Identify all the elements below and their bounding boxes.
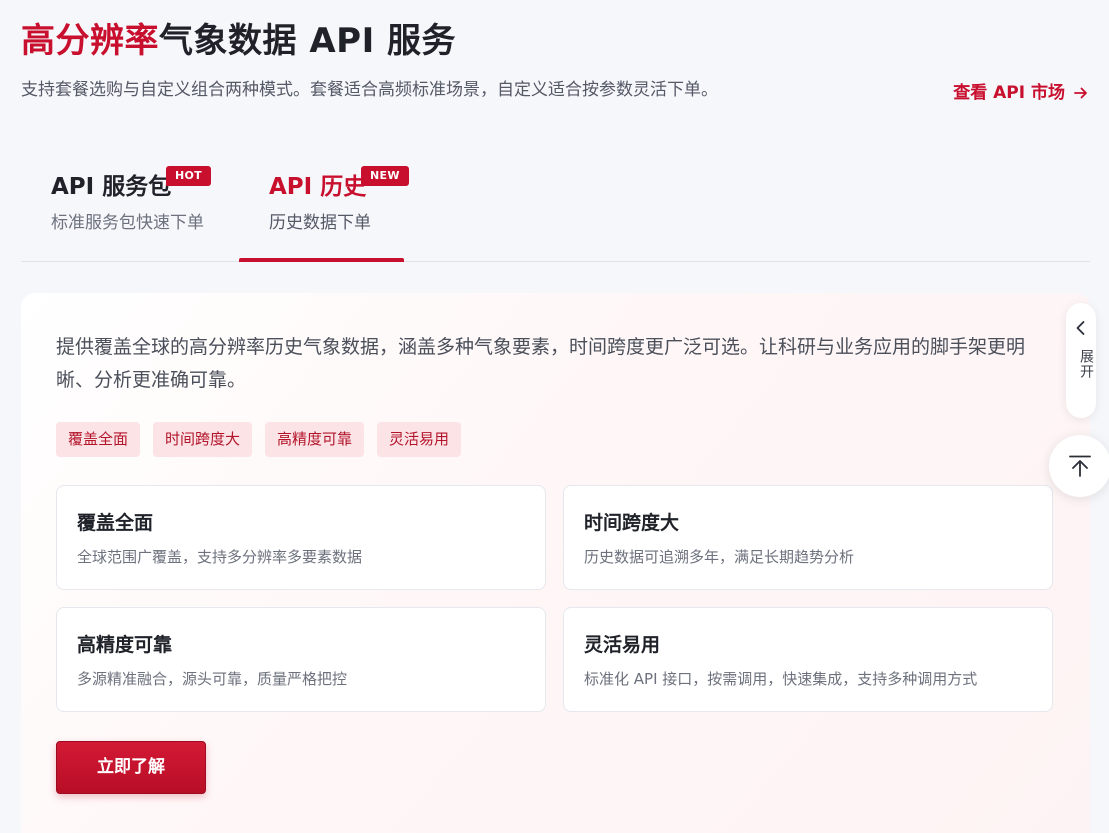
feature-card-title: 灵活易用 xyxy=(584,634,661,656)
chevron-left-icon xyxy=(1074,320,1088,336)
tab-label: API 历史 xyxy=(269,174,367,200)
feature-card-description: 多源精准融合，源头可靠，质量严格把控 xyxy=(77,670,348,688)
arrow-right-icon xyxy=(1073,85,1089,101)
hot-badge: HOT xyxy=(166,166,211,186)
feature-card: 覆盖全面 全球范围广覆盖，支持多分辨率多要素数据 xyxy=(56,485,546,590)
page-subtitle: 支持套餐选购与自定义组合两种模式。套餐适合高频标准场景，自定义适合按参数灵活下单… xyxy=(21,80,718,100)
api-market-link[interactable]: 查看 API 市场 xyxy=(953,82,1089,104)
feature-tag: 灵活易用 xyxy=(377,422,462,457)
feature-tag: 高精度可靠 xyxy=(265,422,365,457)
feature-card-title: 覆盖全面 xyxy=(77,512,154,534)
panel-intro: 提供覆盖全球的高分辨率历史气象数据，涵盖多种气象要素，时间跨度更广泛可选。让科研… xyxy=(56,336,1026,391)
tab-description: 标准服务包快速下单 xyxy=(51,213,204,233)
feature-card: 时间跨度大 历史数据可追溯多年，满足长期趋势分析 xyxy=(563,485,1053,590)
feature-tag: 覆盖全面 xyxy=(56,422,141,457)
tab-label: API 服务包 xyxy=(51,174,172,200)
page-title-accent: 高分辨率 xyxy=(21,21,159,61)
history-panel: 提供覆盖全球的高分辨率历史气象数据，涵盖多种气象要素，时间跨度更广泛可选。让科研… xyxy=(21,293,1090,833)
feature-tags: 覆盖全面 时间跨度大 高精度可靠 灵活易用 xyxy=(56,422,462,457)
feature-card-description: 全球范围广覆盖，支持多分辨率多要素数据 xyxy=(77,548,363,566)
feature-card-description: 历史数据可追溯多年，满足长期趋势分析 xyxy=(584,548,855,566)
learn-more-button[interactable]: 立即了解 xyxy=(56,741,206,794)
new-badge: NEW xyxy=(361,166,409,186)
expand-label: 展开 xyxy=(1078,349,1094,379)
service-tabs: API 服务包 HOT 标准服务包快速下单 API 历史 NEW 历史数据下单 xyxy=(21,150,1090,262)
feature-card-description: 标准化 API 接口，按需调用，快速集成，支持多种调用方式 xyxy=(584,670,978,688)
tab-description: 历史数据下单 xyxy=(269,213,371,233)
feature-card-title: 时间跨度大 xyxy=(584,512,680,534)
expand-sidebar-button[interactable]: 展开 xyxy=(1066,303,1096,418)
page-title: 高分辨率气象数据 API 服务 xyxy=(21,18,456,64)
back-to-top-icon xyxy=(1069,455,1091,477)
feature-card: 灵活易用 标准化 API 接口，按需调用，快速集成，支持多种调用方式 xyxy=(563,607,1053,712)
active-tab-indicator xyxy=(239,258,404,262)
feature-tag: 时间跨度大 xyxy=(153,422,253,457)
page-title-rest: 气象数据 API 服务 xyxy=(159,21,457,61)
tab-api-history[interactable]: API 历史 NEW 历史数据下单 xyxy=(239,150,409,262)
back-to-top-button[interactable] xyxy=(1049,435,1109,497)
tab-api-service-package[interactable]: API 服务包 HOT 标准服务包快速下单 xyxy=(21,150,229,261)
feature-card: 高精度可靠 多源精准融合，源头可靠，质量严格把控 xyxy=(56,607,546,712)
feature-card-title: 高精度可靠 xyxy=(77,634,173,656)
api-market-link-label: 查看 API 市场 xyxy=(953,83,1065,103)
